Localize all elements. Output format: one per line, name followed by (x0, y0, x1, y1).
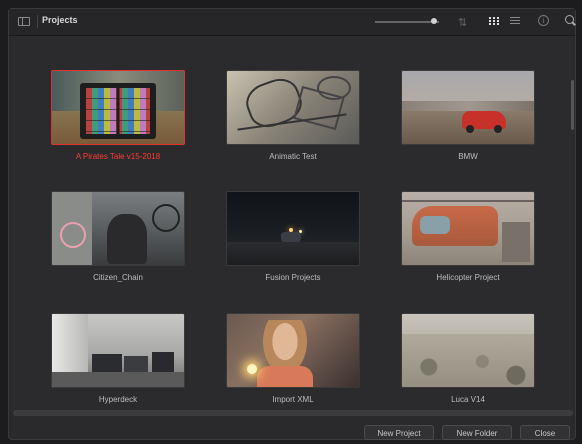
sidebar-toggle-icon[interactable] (18, 17, 30, 26)
sort-icon[interactable]: ⇅ (458, 16, 467, 29)
search-icon[interactable] (565, 15, 577, 27)
project-name[interactable]: Helicopter Project (381, 273, 555, 282)
project-manager-window: Projects ⇅ i A Pirates Tale v15-2018 Ani… (8, 8, 576, 440)
list-view-icon[interactable] (510, 17, 520, 25)
project-name[interactable]: Citizen_Chain (31, 273, 205, 282)
project-thumbnail[interactable] (226, 313, 360, 388)
project-grid: A Pirates Tale v15-2018 Animatic Test BM… (9, 36, 575, 411)
project-thumbnail[interactable] (51, 313, 185, 388)
vertical-scrollbar[interactable] (571, 80, 574, 130)
title-divider (37, 15, 38, 28)
horizontal-scrollbar[interactable] (13, 410, 573, 416)
project-name[interactable]: Luca V14 (381, 395, 555, 404)
project-thumbnail[interactable] (51, 191, 185, 266)
title-bar: Projects ⇅ i (9, 9, 577, 36)
project-name[interactable]: Fusion Projects (206, 273, 380, 282)
info-icon[interactable]: i (538, 15, 549, 26)
grid-view-icon[interactable] (489, 17, 499, 25)
project-name[interactable]: BMW (381, 152, 555, 161)
project-thumbnail[interactable] (226, 70, 360, 145)
project-thumbnail[interactable] (401, 191, 535, 266)
new-folder-button[interactable]: New Folder (442, 425, 512, 440)
thumbnail-size-slider[interactable] (375, 21, 439, 23)
project-thumbnail[interactable] (226, 191, 360, 266)
project-name[interactable]: Hyperdeck (31, 395, 205, 404)
window-title: Projects (42, 15, 78, 25)
project-thumbnail[interactable] (51, 70, 185, 145)
slider-knob[interactable] (431, 18, 437, 24)
project-name[interactable]: A Pirates Tale v15-2018 (31, 152, 205, 161)
project-thumbnail[interactable] (401, 313, 535, 388)
project-name[interactable]: Import XML (206, 395, 380, 404)
project-name[interactable]: Animatic Test (206, 152, 380, 161)
project-thumbnail[interactable] (401, 70, 535, 145)
close-button[interactable]: Close (520, 425, 570, 440)
new-project-button[interactable]: New Project (364, 425, 434, 440)
footer-bar: New Project New Folder Close (9, 418, 575, 440)
